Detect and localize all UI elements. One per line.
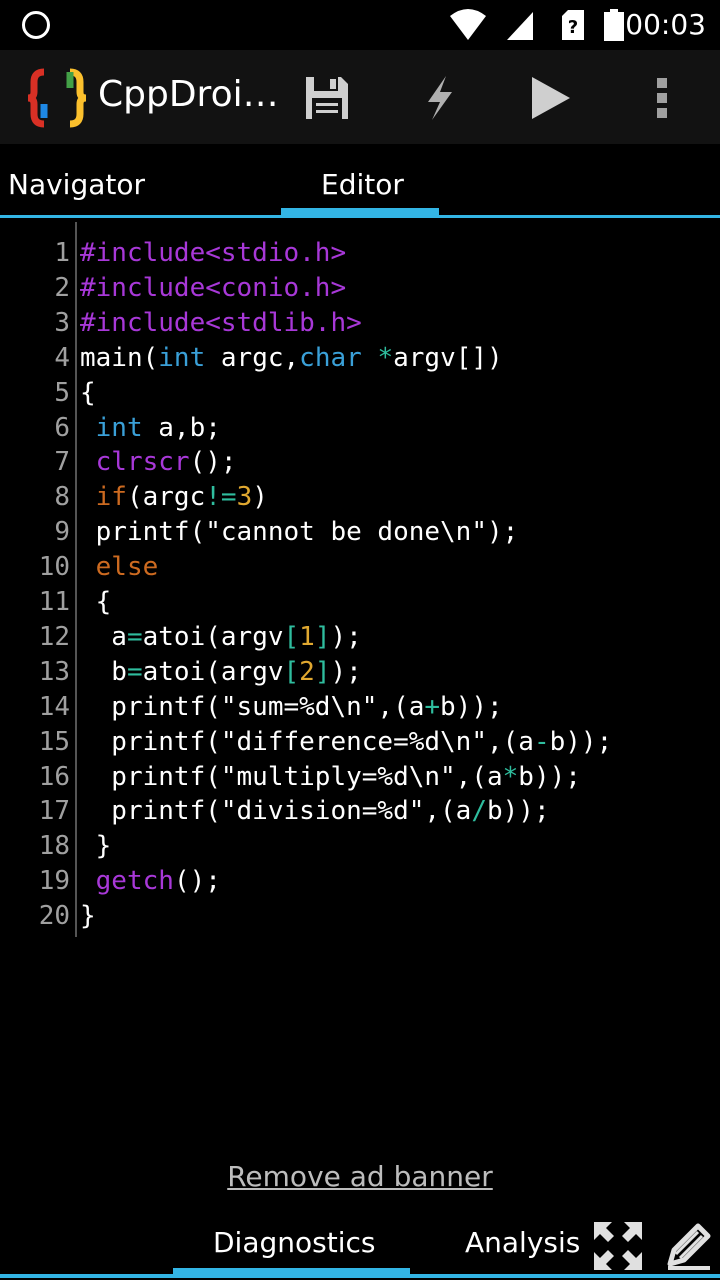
code-text: printf("difference=%d\n",(a-b)); [80,726,613,757]
code-editor[interactable]: 1 #include<stdio.h> 2 #include<conio.h> 3 #in… [0,222,720,1152]
tab-divider [0,215,720,218]
edit-button[interactable] [660,1218,716,1274]
line-number: 3 [54,307,70,338]
code-line[interactable]: 14 printf("sum=%d\n",(a+b)); [0,690,720,725]
code-text: main(int argc,char *argv[]) [80,342,503,373]
svg-text:?: ? [568,17,578,38]
tab-analysis[interactable]: Analysis [465,1226,580,1259]
code-line[interactable]: 9 printf("cannot be done\n"); [0,515,720,550]
wifi-icon [450,9,486,40]
line-number: 9 [54,517,70,548]
line-number: 4 [54,342,70,373]
code-line[interactable]: 5{ [0,376,720,411]
code-text: } [80,831,112,862]
line-number: 12 [38,621,70,652]
code-line[interactable]: 8 if(argc!=3) [0,480,720,515]
code-line[interactable]: 6 int a,b; [0,411,720,446]
code-text: if(argc!=3) [95,482,268,513]
gutter-divider [75,222,77,937]
code-text: { [80,377,96,408]
code-line[interactable]: 11 { [0,585,720,620]
flash-icon [428,76,452,120]
line-number: 10 [38,552,70,583]
line-number: 6 [54,412,70,443]
overflow-menu-button[interactable] [632,68,692,128]
action-bar: CppDroi… [0,50,720,144]
code-line[interactable]: 16 printf("multiply=%d\n",(a*b)); [0,760,720,795]
code-line[interactable]: 4 main(int argc,char *argv[]) [0,341,720,376]
signal-icon [507,12,533,40]
code-text: #include<stdlib.h> [80,307,362,338]
code-line[interactable]: 18 } [0,829,720,864]
edit-pencil-icon [667,1223,711,1270]
line-number: 7 [54,447,70,478]
code-line[interactable]: 19 getch(); [0,864,720,899]
code-line[interactable]: 20} [0,899,720,934]
line-number: 17 [38,796,70,827]
tab-diagnostics[interactable]: Diagnostics [213,1226,375,1259]
code-text: printf("cannot be done\n"); [80,517,519,548]
circle-icon [22,11,50,39]
play-icon [532,77,570,119]
code-line[interactable]: 3 #include<stdlib.h> [0,306,720,341]
code-text: printf("multiply=%d\n",(a*b)); [80,761,581,792]
battery-icon [604,9,624,41]
line-number: 20 [38,901,70,932]
code-text: int a,b; [95,412,221,443]
line-number: 18 [38,831,70,862]
bottom-tab-divider [0,1274,720,1278]
app-logo-icon [27,68,87,128]
code-text: b=atoi(argv[2]); [80,656,362,687]
line-number: 19 [38,866,70,897]
save-icon [306,77,348,119]
code-text: printf("sum=%d\n",(a+b)); [80,691,503,722]
code-text: } [80,901,96,932]
code-text: clrscr(); [95,447,237,478]
line-number: 11 [38,587,70,617]
build-button[interactable] [410,68,470,128]
code-line[interactable]: 10 else [0,550,720,585]
code-text: printf("division=%d",(a/b)); [80,796,550,827]
sim-icon: ? [562,10,584,40]
code-line[interactable]: 2 #include<conio.h> [0,271,720,306]
line-number: 16 [38,761,70,792]
app-title: CppDroi… [98,74,279,115]
fullscreen-button[interactable] [590,1218,646,1274]
code-text: { [80,587,112,617]
line-number: 8 [54,482,70,513]
line-number: 2 [54,272,70,303]
fullscreen-icon [594,1222,642,1270]
code-text: getch(); [95,866,221,897]
status-bar: ? 00:03 [0,0,720,50]
code-text: else [95,552,159,583]
line-number: 14 [38,691,70,722]
overflow-menu-icon [657,78,667,118]
code-line[interactable]: 15 printf("difference=%d\n",(a-b)); [0,725,720,760]
code-line[interactable]: 7 clrscr(); [0,445,720,480]
run-button[interactable] [520,68,580,128]
line-number: 1 [54,238,70,268]
code-line[interactable]: 17 printf("division=%d",(a/b)); [0,794,720,829]
code-text: a=atoi(argv[1]); [80,621,362,652]
tab-editor[interactable]: Editor [321,168,404,201]
line-number: 15 [38,726,70,757]
remove-ad-banner-link[interactable]: Remove ad banner [0,1160,720,1193]
save-button[interactable] [297,68,357,128]
code-line[interactable]: 13 b=atoi(argv[2]); [0,655,720,690]
clock: 00:03 [625,8,706,41]
tab-bar: Navigator Editor [0,144,720,221]
line-number: 5 [54,377,70,408]
code-text: #include<stdio.h> [80,238,347,268]
line-number: 13 [38,656,70,687]
tab-navigator[interactable]: Navigator [8,168,145,201]
code-text: #include<conio.h> [80,272,347,303]
code-line[interactable]: 12 a=atoi(argv[1]); [0,620,720,655]
code-line[interactable]: 1 #include<stdio.h> [0,236,720,271]
